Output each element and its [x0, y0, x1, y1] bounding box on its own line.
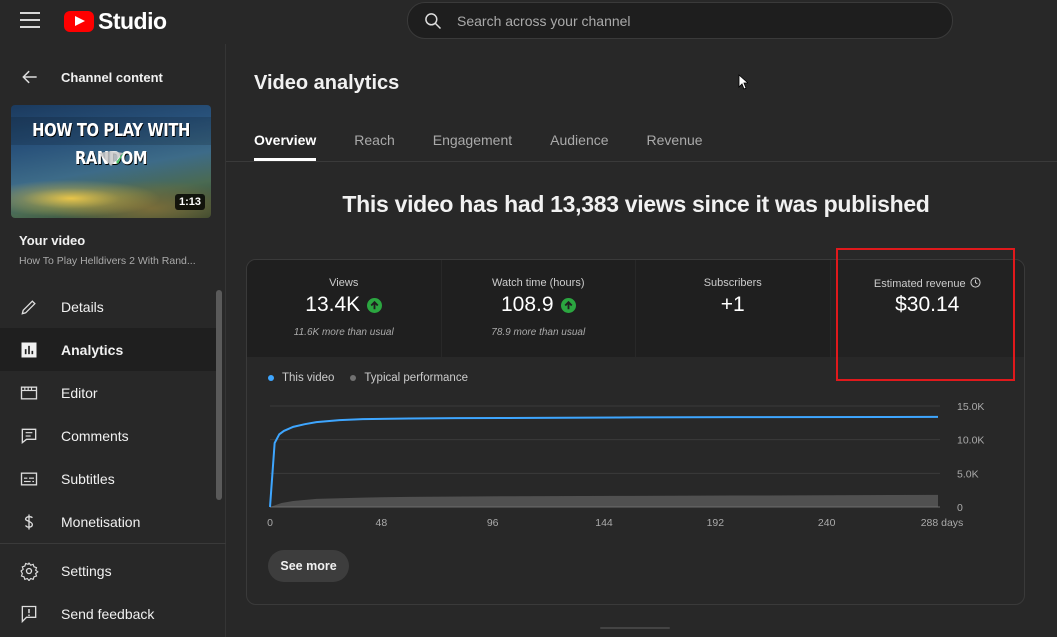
x-tick-label: 192	[707, 517, 725, 529]
sidebar-item-feedback[interactable]: Send feedback	[0, 592, 216, 635]
your-video-label: Your video	[19, 233, 86, 248]
metric-value: 108.9	[500, 293, 554, 316]
video-thumbnail[interactable]: HOW TO PLAY WITH RANDOM 1:13	[11, 105, 211, 218]
y-tick-label: 0	[957, 502, 963, 514]
back-to-channel-content[interactable]: Channel content	[0, 62, 226, 92]
metric-value-row: +1	[636, 293, 830, 317]
youtube-studio-logo[interactable]: Studio	[64, 8, 167, 35]
y-tick-label: 10.0K	[957, 435, 984, 447]
metric-subscribers[interactable]: Subscribers +1	[636, 260, 830, 357]
series-this-video	[269, 415, 939, 508]
subtitles-icon	[20, 472, 38, 485]
metric-value: 13.4K	[305, 293, 361, 316]
sidebar-item-label: Comments	[61, 427, 129, 444]
sidebar-bottom-nav: Settings Send feedback	[0, 549, 216, 635]
thumbnail-title-text: HOW TO PLAY WITH RANDOM	[11, 117, 211, 169]
sidebar-item-label: Monetisation	[61, 513, 141, 530]
metric-label: Watch time (hours)	[491, 277, 585, 289]
gear-icon	[20, 561, 39, 581]
sidebar-divider	[0, 543, 226, 544]
trend-up-icon	[367, 297, 383, 313]
scroll-indicator	[600, 627, 670, 629]
tab-reach[interactable]: Reach	[354, 126, 394, 161]
bar-chart-icon	[21, 342, 37, 357]
arrow-back-icon	[22, 70, 37, 84]
video-duration: 1:13	[174, 194, 205, 210]
tab-audience[interactable]: Audience	[550, 126, 608, 161]
legend-typical[interactable]: Typical performance	[350, 372, 468, 384]
metric-note: 11.6K more than usual	[293, 327, 394, 338]
metric-value-row: 108.9	[442, 293, 636, 317]
back-label: Channel content	[61, 69, 163, 85]
dollar-icon	[24, 514, 34, 529]
metric-watch-time[interactable]: Watch time (hours) 108.9 78.9 more than …	[441, 260, 636, 357]
legend-dot	[350, 375, 357, 381]
views-chart: 15.0K 10.0K 5.0K 0 0 48 96 144 192 240 288 days	[267, 401, 984, 529]
x-tick-label: 240	[818, 517, 836, 529]
top-bar: Studio	[0, 0, 1057, 44]
page-title: Video analytics	[254, 72, 400, 94]
sidebar-item-subtitles[interactable]: Subtitles	[0, 457, 216, 500]
search-input[interactable]	[457, 12, 952, 29]
logo-text: Studio	[98, 8, 167, 34]
film-editor-icon	[20, 386, 38, 399]
search-bar[interactable]	[407, 2, 953, 39]
sidebar-item-comments[interactable]: Comments	[0, 414, 216, 457]
x-tick-label: 144	[595, 517, 613, 529]
sidebar-item-label: Send feedback	[61, 605, 155, 622]
metric-value-row: 13.4K	[247, 293, 441, 317]
y-tick-label: 15.0K	[957, 401, 984, 413]
metric-views[interactable]: Views 13.4K 11.6K more than usual	[247, 260, 441, 357]
sidebar-item-label: Subtitles	[61, 470, 115, 487]
tab-revenue[interactable]: Revenue	[647, 126, 703, 161]
search-icon	[425, 12, 442, 29]
sidebar-item-analytics[interactable]: Analytics	[0, 328, 216, 371]
sidebar-item-monetisation[interactable]: Monetisation	[0, 500, 216, 543]
x-tick-label: 0	[267, 517, 273, 529]
sidebar-item-details[interactable]: Details	[0, 285, 216, 328]
comment-icon	[21, 428, 37, 444]
legend-label: This video	[282, 372, 335, 384]
tab-overview[interactable]: Overview	[254, 126, 317, 161]
sidebar-item-label: Analytics	[61, 341, 124, 358]
sidebar: Channel content HOW TO PLAY WITH RANDOM …	[0, 44, 226, 637]
x-tick-label: 288 days	[921, 517, 964, 529]
metric-note: 78.9 more than usual	[491, 327, 586, 338]
helldivers-logo-icon	[99, 151, 124, 166]
feedback-icon	[21, 605, 37, 623]
metric-label: Subscribers	[703, 277, 762, 289]
sidebar-item-settings[interactable]: Settings	[0, 549, 216, 592]
x-tick-label: 96	[487, 517, 499, 529]
series-typical-performance	[270, 494, 938, 507]
metric-label: Views	[329, 277, 359, 289]
sidebar-item-label: Editor	[61, 384, 98, 401]
revenue-highlight-box	[836, 248, 1015, 381]
tab-engagement[interactable]: Engagement	[433, 126, 512, 161]
sidebar-item-editor[interactable]: Editor	[0, 371, 216, 414]
x-tick-label: 48	[375, 517, 387, 529]
hamburger-menu-icon[interactable]	[20, 12, 40, 28]
y-tick-label: 5.0K	[957, 468, 979, 480]
legend-dot	[268, 375, 274, 381]
sidebar-scrollbar[interactable]	[216, 290, 222, 500]
views-headline: This video has had 13,383 views since it…	[342, 191, 930, 217]
pencil-icon	[21, 299, 36, 315]
chart-legend: This video Typical performance	[268, 372, 484, 384]
metric-value: +1	[720, 293, 745, 316]
mouse-cursor-icon	[738, 74, 748, 90]
youtube-play-icon	[64, 11, 94, 32]
trend-up-icon	[560, 297, 576, 313]
sidebar-nav: Details Analytics Editor Comments Subtit…	[0, 285, 216, 543]
analytics-tabs: Overview Reach Engagement Audience Reven…	[254, 126, 741, 162]
video-title: How To Play Helldivers 2 With Rand...	[19, 255, 196, 267]
see-more-button[interactable]: See more	[268, 550, 349, 582]
sidebar-item-label: Details	[61, 298, 104, 315]
legend-label: Typical performance	[364, 372, 468, 384]
tabs-divider	[226, 161, 1057, 162]
legend-this-video[interactable]: This video	[268, 372, 334, 384]
sidebar-item-label: Settings	[61, 562, 112, 579]
